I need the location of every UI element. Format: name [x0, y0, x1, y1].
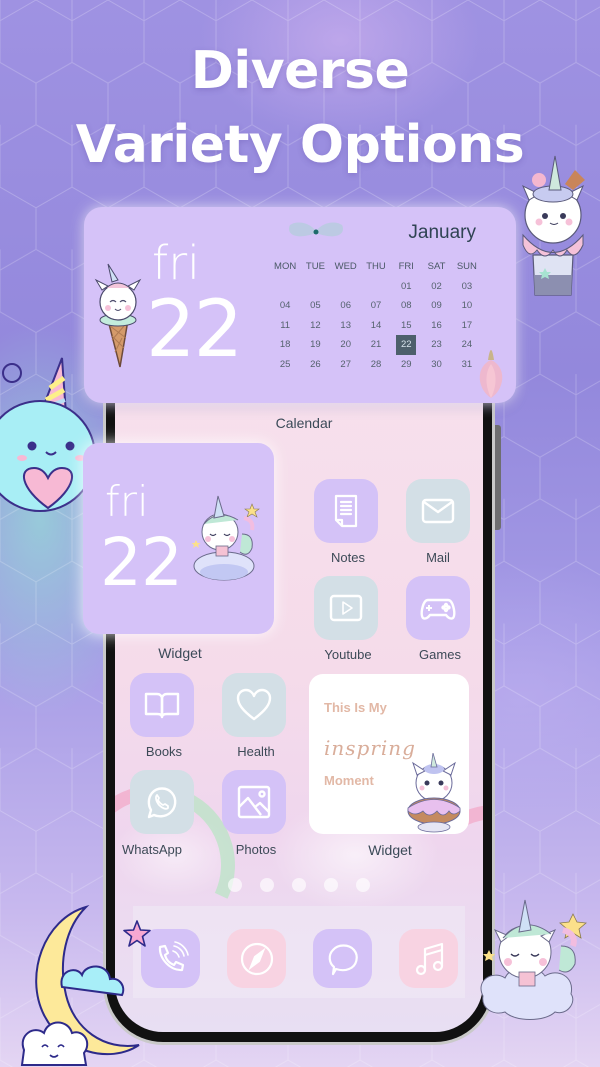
page-dot[interactable]	[292, 878, 306, 892]
notes-app-label: Notes	[331, 550, 365, 565]
weekday-header: SAT	[427, 261, 446, 272]
notes-icon	[334, 494, 358, 528]
calendar-day-today[interactable]: 22	[396, 335, 417, 356]
calendar-day[interactable]: 03	[452, 277, 482, 296]
calendar-day[interactable]: 19	[300, 335, 330, 354]
phone-icon	[158, 940, 189, 971]
calendar-blank-cell	[270, 277, 300, 296]
quote-line-3: Moment	[324, 773, 374, 788]
calendar-day[interactable]: 29	[391, 355, 421, 374]
widget-day-number: 22	[100, 524, 183, 601]
dock-messages-button[interactable]	[313, 929, 372, 988]
whatsapp-app-icon[interactable]	[130, 770, 194, 834]
unicorn-milkshake-sticker	[522, 155, 585, 296]
sleeping-unicorn-sticker	[191, 495, 260, 581]
mail-app-label: Mail	[426, 550, 450, 565]
calendar-widget-label: Calendar	[275, 415, 333, 431]
play-icon	[329, 594, 363, 622]
games-app-icon[interactable]	[406, 576, 470, 640]
calendar-day[interactable]: 05	[300, 296, 330, 315]
compass-icon	[240, 942, 273, 975]
flower-bud-sticker	[479, 350, 503, 398]
quote-script-word: inspring	[324, 736, 416, 760]
mail-app-icon[interactable]	[406, 479, 470, 543]
page-indicator	[115, 878, 483, 892]
image-icon	[237, 785, 271, 819]
page-dot[interactable]	[228, 878, 242, 892]
calendar-day[interactable]: 17	[452, 316, 482, 335]
youtube-app-label: Youtube	[324, 647, 372, 662]
calendar-day[interactable]: 14	[361, 316, 391, 335]
star-sticker	[123, 920, 151, 947]
weekday-header: FRI	[398, 261, 414, 272]
quote-line-1: This Is My	[324, 700, 387, 715]
books-app-label: Books	[145, 744, 183, 759]
page-dot[interactable]	[356, 878, 370, 892]
calendar-day[interactable]: 10	[452, 296, 482, 315]
games-app-label: Games	[419, 647, 461, 662]
phone-side-button	[495, 425, 501, 530]
calendar-grid: MON TUE WED THU FRI SAT SUN 01 02 03 04 05 06 07 08 09 1…	[270, 259, 482, 375]
calendar-day[interactable]: 06	[331, 296, 361, 315]
calendar-day[interactable]: 12	[300, 316, 330, 335]
health-app-icon[interactable]	[222, 673, 286, 737]
calendar-day[interactable]: 11	[270, 316, 300, 335]
photos-app-label: Photos	[235, 842, 277, 857]
weekday-header: THU	[366, 261, 386, 272]
calendar-day[interactable]: 02	[421, 277, 451, 296]
calendar-day[interactable]: 27	[331, 355, 361, 374]
books-app-icon[interactable]	[130, 673, 194, 737]
calendar-day[interactable]: 23	[421, 335, 451, 354]
page-dot[interactable]	[260, 878, 274, 892]
calendar-blank-cell	[331, 277, 361, 296]
calendar-day[interactable]: 15	[391, 316, 421, 335]
widget-day-name: fri	[105, 477, 149, 526]
calendar-day[interactable]: 09	[421, 296, 451, 315]
calendar-blank-cell	[361, 277, 391, 296]
calendar-day[interactable]: 08	[391, 296, 421, 315]
dock-safari-button[interactable]	[227, 929, 286, 988]
quote-widget-label: Widget	[368, 842, 412, 858]
book-icon	[144, 692, 180, 719]
calendar-day[interactable]: 04	[270, 296, 300, 315]
weekday-header: SUN	[456, 261, 477, 272]
date-widget-label: Widget	[158, 645, 202, 661]
whatsapp-icon	[147, 787, 177, 819]
mail-icon	[421, 498, 455, 524]
unicorn-donut-sticker	[407, 753, 461, 833]
calendar-blank-cell	[300, 277, 330, 296]
headline-line-1: Diverse	[190, 41, 410, 101]
bow-icon	[289, 222, 343, 237]
health-app-label: Health	[237, 744, 275, 759]
notes-app-icon[interactable]	[314, 479, 378, 543]
photos-app-icon[interactable]	[222, 770, 286, 834]
chat-bubble-icon	[328, 943, 358, 975]
calendar-day[interactable]: 25	[270, 355, 300, 374]
calendar-day[interactable]: 21	[361, 335, 391, 354]
calendar-day[interactable]: 01	[391, 277, 421, 296]
calendar-day[interactable]: 28	[361, 355, 391, 374]
heart-icon	[236, 688, 272, 721]
calendar-day[interactable]: 30	[421, 355, 451, 374]
calendar-month: January	[408, 222, 476, 243]
calendar-day[interactable]: 20	[331, 335, 361, 354]
calendar-day[interactable]: 16	[421, 316, 451, 335]
dock-music-button[interactable]	[399, 929, 458, 988]
calendar-day[interactable]: 26	[300, 355, 330, 374]
sleeping-unicorn-cloud-sticker	[480, 899, 587, 1020]
weekday-header: MON	[274, 261, 297, 272]
calendar-day[interactable]: 13	[331, 316, 361, 335]
calendar-day[interactable]: 18	[270, 335, 300, 354]
music-note-icon	[415, 942, 443, 975]
calendar-day-name: fri	[152, 236, 200, 290]
weekday-header: WED	[334, 261, 357, 272]
gamepad-icon	[420, 598, 456, 620]
weekday-header: TUE	[305, 261, 325, 272]
calendar-day[interactable]: 07	[361, 296, 391, 315]
calendar-day-number: 22	[146, 285, 243, 375]
youtube-app-icon[interactable]	[314, 576, 378, 640]
page-dot[interactable]	[324, 878, 338, 892]
whatsapp-app-label: WhatsApp	[122, 842, 182, 857]
